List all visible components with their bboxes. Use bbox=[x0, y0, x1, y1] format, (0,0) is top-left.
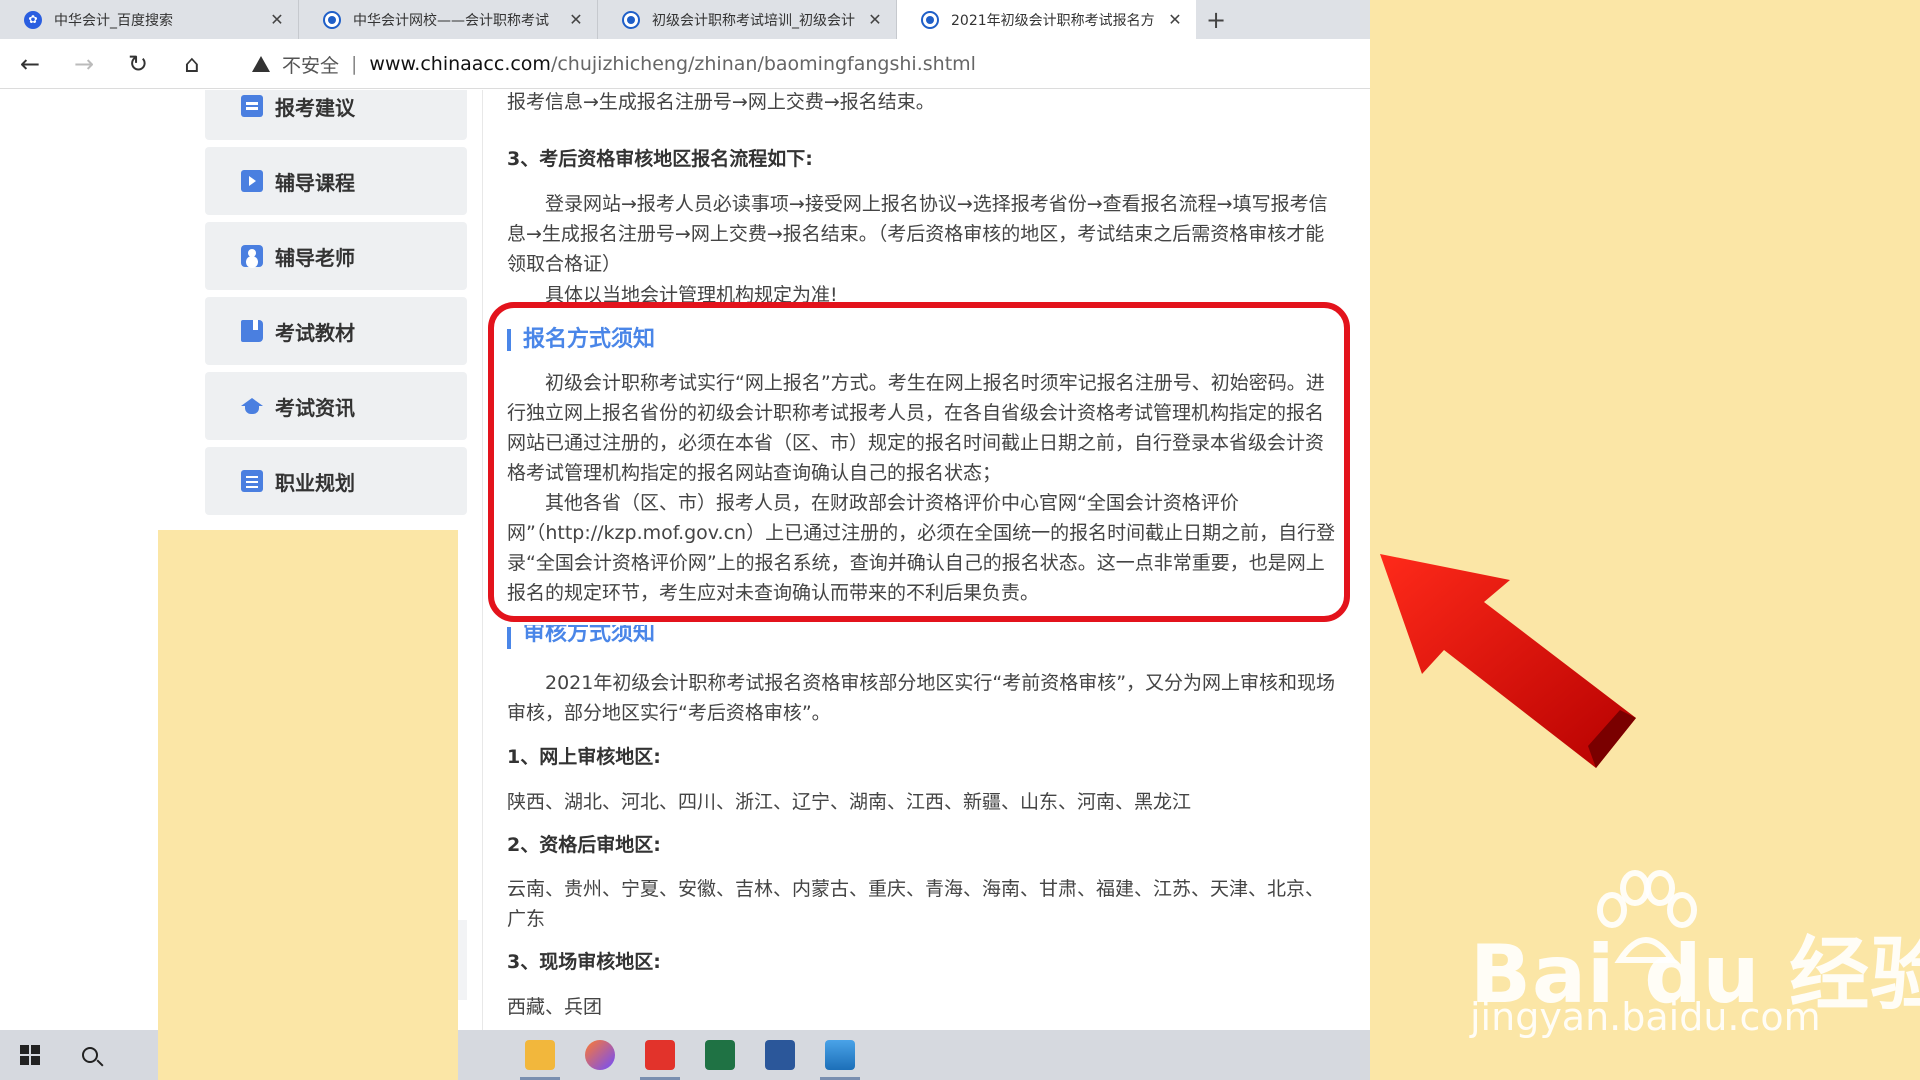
sidebar-item-label: 职业规划 bbox=[275, 470, 355, 495]
tab-chinaacc-home[interactable]: 中华会计网校——会计职称考试 ✕ bbox=[299, 0, 598, 39]
word-icon bbox=[765, 1040, 795, 1070]
record-icon bbox=[645, 1040, 675, 1070]
onsite-review-regions: 西藏、兵团 bbox=[507, 996, 603, 1018]
close-icon[interactable]: ✕ bbox=[1166, 10, 1184, 29]
subheading-post-audit: 2、资格后审地区: bbox=[507, 834, 661, 856]
sidebar-item-label: 辅导课程 bbox=[275, 170, 355, 195]
browser-toolbar: ← → ↻ ⌂ 不安全 | www.chinaacc.com/chujizhic… bbox=[0, 39, 1370, 89]
photos-icon bbox=[825, 1040, 855, 1070]
taskbar-app-file-explorer[interactable] bbox=[510, 1030, 570, 1080]
folder-icon bbox=[525, 1040, 555, 1070]
title-accent-bar bbox=[507, 329, 511, 351]
back-arrow-icon: ← bbox=[19, 49, 41, 78]
excel-icon bbox=[705, 1040, 735, 1070]
url-host: www.chinaacc.com bbox=[369, 53, 551, 75]
start-button[interactable] bbox=[0, 1030, 60, 1080]
reload-button[interactable]: ↻ bbox=[114, 44, 162, 84]
url-path: /chujizhicheng/zhinan/baomingfangshi.sht… bbox=[550, 53, 976, 75]
sidebar-item-label: 辅导老师 bbox=[275, 245, 355, 270]
chinaacc-icon bbox=[921, 10, 939, 29]
address-separator: | bbox=[351, 53, 358, 75]
tab-chinaacc-training[interactable]: 初级会计职称考试培训_初级会计 ✕ bbox=[598, 0, 897, 39]
taskbar-app-recorder[interactable] bbox=[630, 1030, 690, 1080]
paragraph-review-intro: 2021年初级会计职称考试报名资格审核部分地区实行“考前资格审核”，又分为网上审… bbox=[507, 672, 1336, 724]
sidebar-item-teachers[interactable]: 辅导老师 bbox=[205, 222, 467, 290]
sidebar-item-exam-advice[interactable]: 报考建议 bbox=[205, 90, 467, 140]
paragraph-registration-2: 其他各省（区、市）报考人员，在财政部会计资格评价中心官网“全国会计资格评价网”（… bbox=[507, 492, 1336, 604]
back-button[interactable]: ← bbox=[6, 44, 54, 84]
security-label[interactable]: 不安全 bbox=[282, 51, 339, 78]
taskbar-app-word[interactable] bbox=[750, 1030, 810, 1080]
taskbar-app-photos[interactable] bbox=[810, 1030, 870, 1080]
subheading-post-review: 3、考后资格审核地区报名流程如下: bbox=[507, 148, 813, 170]
tab-title: 2021年初级会计职称考试报名方 bbox=[951, 12, 1155, 29]
paragraph-post-review: 登录网站→报考人员必读事项→接受网上报名协议→选择报考省份→查看报名流程→填写报… bbox=[507, 193, 1328, 275]
plus-icon: + bbox=[1205, 5, 1227, 34]
sidebar-item-news[interactable]: 考试资讯 bbox=[205, 372, 467, 440]
section-title-registration: 报名方式须知 bbox=[507, 325, 655, 355]
tab-title: 中华会计_百度搜索 bbox=[54, 12, 173, 29]
section-title-text: 审核方式须知 bbox=[523, 625, 656, 646]
sidebar-item-label: 考试教材 bbox=[275, 320, 355, 345]
tab-registration-active[interactable]: 2021年初级会计职称考试报名方 ✕ bbox=[897, 0, 1196, 39]
baidu-paw-icon: ✿ bbox=[24, 10, 42, 29]
sidebar-item-career[interactable]: 职业规划 bbox=[205, 447, 467, 515]
section-title-review: 审核方式须知 bbox=[507, 625, 655, 649]
close-icon[interactable]: ✕ bbox=[866, 10, 884, 29]
tab-strip: ✿ 中华会计_百度搜索 ✕ 中华会计网校——会计职称考试 ✕ 初级会计职称考试培… bbox=[0, 0, 1370, 39]
paragraph-local-rules: 具体以当地会计管理机构规定为准! bbox=[545, 284, 838, 302]
close-icon[interactable]: ✕ bbox=[268, 10, 286, 29]
warning-icon[interactable] bbox=[252, 56, 270, 72]
baidu-jingyan-watermark: Bai du 经验 jingyan.baidu.com bbox=[1470, 870, 1920, 1040]
tab-baidu-search[interactable]: ✿ 中华会计_百度搜索 ✕ bbox=[0, 0, 299, 39]
sidebar-item-label: 报考建议 bbox=[275, 95, 355, 120]
sidebar-item-textbooks[interactable]: 考试教材 bbox=[205, 297, 467, 365]
post-audit-regions: 云南、贵州、宁夏、安徽、吉林、内蒙古、重庆、青海、海南、甘肃、福建、江苏、天津、… bbox=[507, 878, 1325, 930]
paragraph-registration-1: 初级会计职称考试实行“网上报名”方式。考生在网上报名时须牢记报名注册号、初始密码… bbox=[507, 372, 1325, 484]
video-icon bbox=[241, 170, 263, 192]
windows-logo-icon bbox=[20, 1045, 40, 1065]
column-divider bbox=[482, 90, 483, 1030]
taskbar-search-button[interactable] bbox=[60, 1030, 120, 1080]
close-icon[interactable]: ✕ bbox=[567, 10, 585, 29]
chinaacc-icon bbox=[323, 10, 341, 29]
forward-button[interactable]: → bbox=[60, 44, 108, 84]
taskbar-app-browser[interactable] bbox=[570, 1030, 630, 1080]
cap-icon bbox=[241, 395, 263, 417]
book-icon bbox=[241, 320, 263, 342]
overlay-patch bbox=[158, 530, 458, 1080]
new-tab-button[interactable]: + bbox=[1196, 0, 1236, 39]
list-icon bbox=[241, 470, 263, 492]
chat-icon bbox=[241, 95, 263, 117]
tab-title: 初级会计职称考试培训_初级会计 bbox=[652, 12, 855, 29]
section-title-text: 报名方式须知 bbox=[523, 327, 656, 352]
browser-window: ✿ 中华会计_百度搜索 ✕ 中华会计网校——会计职称考试 ✕ 初级会计职称考试培… bbox=[0, 0, 1370, 1080]
subheading-online-review: 1、网上审核地区: bbox=[507, 746, 661, 768]
subheading-onsite-review: 3、现场审核地区: bbox=[507, 951, 661, 973]
taskbar-app-excel[interactable] bbox=[690, 1030, 750, 1080]
online-review-regions: 陕西、湖北、河北、四川、浙江、辽宁、湖南、江西、新疆、山东、河南、黑龙江 bbox=[507, 791, 1192, 813]
tab-title: 中华会计网校——会计职称考试 bbox=[353, 12, 549, 29]
forward-arrow-icon: → bbox=[73, 49, 95, 78]
address-bar[interactable]: 不安全 | www.chinaacc.com/chujizhicheng/zhi… bbox=[240, 44, 1365, 84]
browser-icon bbox=[585, 1040, 615, 1070]
user-icon bbox=[241, 245, 263, 267]
search-icon bbox=[82, 1047, 98, 1063]
red-pointer-arrow-icon bbox=[1380, 554, 1636, 768]
sidebar-item-label: 考试资讯 bbox=[275, 395, 355, 420]
chinaacc-icon bbox=[622, 10, 640, 29]
reload-icon: ↻ bbox=[127, 49, 149, 78]
home-button[interactable]: ⌂ bbox=[168, 44, 216, 84]
watermark-url: jingyan.baidu.com bbox=[1470, 995, 1821, 1039]
home-icon: ⌂ bbox=[184, 49, 200, 78]
process-line: 报考信息→生成报名注册号→网上交费→报名结束。 bbox=[507, 91, 935, 113]
title-accent-bar bbox=[507, 627, 511, 649]
sidebar-item-courses[interactable]: 辅导课程 bbox=[205, 147, 467, 215]
sidebar-nav: 报考建议 辅导课程 辅导老师 考试教材 考试资讯 职业规划 bbox=[205, 90, 467, 522]
